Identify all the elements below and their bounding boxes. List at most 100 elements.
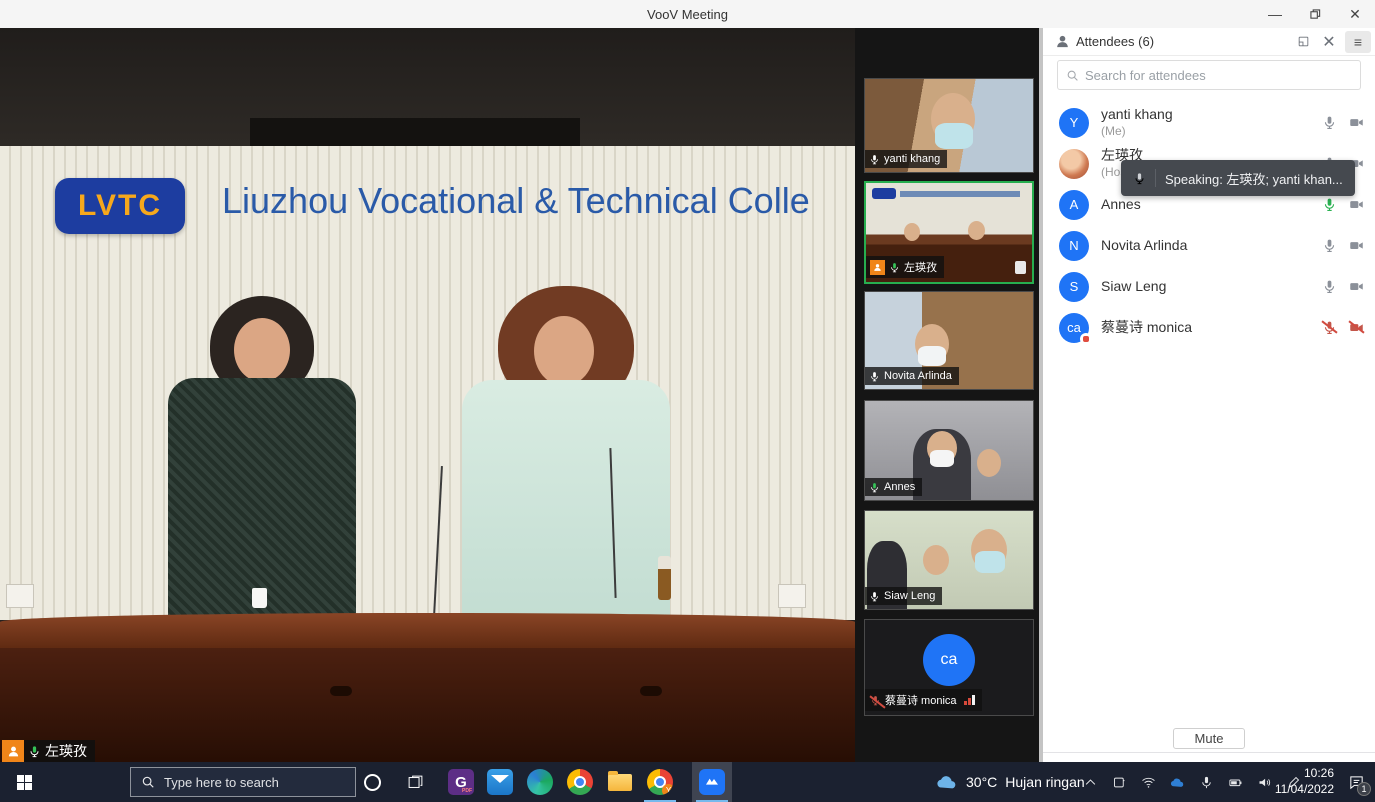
main-video-view[interactable]: LVTC Liuzhou Vocational & Technical Coll… [0, 28, 855, 762]
taskbar-clock[interactable]: 10:26 11/04/2022 [1258, 762, 1336, 802]
search-icon [141, 775, 155, 789]
thumbnail-yanti-khang[interactable]: yanti khang [864, 78, 1034, 173]
attendees-title: Attendees (6) [1076, 34, 1154, 49]
camera-off-icon[interactable] [1348, 319, 1365, 336]
voov-meeting-button[interactable] [692, 762, 732, 802]
attendee-row-yanti-khang[interactable]: Y yanti khang (Me) [1043, 102, 1375, 143]
task-view-button[interactable] [395, 762, 435, 802]
thumbnail-name: Novita Arlinda [884, 370, 952, 382]
host-badge-icon [870, 260, 885, 275]
mic-muted-icon [869, 694, 881, 706]
person-left-face [234, 318, 290, 382]
mic-muted-icon[interactable] [1321, 319, 1338, 336]
weather-temp: 30°C [966, 774, 997, 790]
search-icon [1066, 69, 1079, 82]
thumb-face [968, 221, 985, 240]
voov-meeting-icon [699, 769, 725, 795]
camera-icon[interactable] [1348, 278, 1365, 295]
thumbnail-monica[interactable]: ca 蔡蔓诗 monica [864, 619, 1034, 716]
camera-icon[interactable] [1348, 114, 1365, 131]
banner-text: Liuzhou Vocational & Technical Colle [222, 180, 855, 222]
restore-button[interactable] [1295, 0, 1335, 28]
table-handle [640, 686, 662, 696]
search-input[interactable] [1085, 68, 1352, 83]
chrome-profile-button[interactable]: Y [640, 762, 680, 802]
attendee-role: (Me) [1101, 124, 1173, 139]
chrome-icon [567, 769, 593, 795]
clock-time: 10:26 [1304, 766, 1334, 782]
attendee-row-monica[interactable]: ca 蔡蔓诗 monica [1043, 307, 1375, 348]
mic-on-icon [869, 154, 880, 165]
battery-icon[interactable] [1227, 774, 1243, 790]
notification-count-badge: 1 [1357, 782, 1371, 796]
thumbnail-name: yanti khang [884, 153, 940, 165]
camera-icon[interactable] [1348, 196, 1365, 213]
file-explorer-button[interactable] [600, 762, 640, 802]
thumb-mask [930, 450, 954, 467]
attendee-name: Novita Arlinda [1101, 237, 1187, 255]
thumbnail-annes[interactable]: Annes [864, 400, 1034, 501]
wall-outlet [6, 584, 34, 608]
thumbnail-name: 蔡蔓诗 monica [885, 692, 957, 708]
foxit-pdf-button[interactable]: GPDF [441, 762, 481, 802]
avatar: N [1059, 231, 1089, 261]
camera-icon[interactable] [1348, 237, 1365, 254]
attendee-search-box[interactable] [1057, 60, 1361, 90]
thumbnail-novita-arlinda[interactable]: Novita Arlinda [864, 291, 1034, 390]
wifi-icon[interactable] [1140, 774, 1156, 790]
person-right-body [462, 380, 670, 618]
close-button[interactable]: ✕ [1335, 0, 1375, 28]
show-hidden-icons-chevron[interactable] [1082, 774, 1098, 790]
mic-on-icon [28, 745, 41, 758]
start-button[interactable] [0, 762, 48, 802]
taskbar-weather[interactable]: 30°C Hujan ringan [936, 762, 1085, 802]
popout-panel-icon[interactable] [1293, 32, 1313, 52]
panel-menu-button[interactable]: ≡ [1345, 31, 1371, 53]
mic-speaking-icon [869, 482, 880, 493]
edge-button[interactable] [520, 762, 560, 802]
mail-button[interactable] [480, 762, 520, 802]
signal-bars-icon [964, 695, 975, 705]
lvtc-logo: LVTC [55, 178, 185, 234]
window-title: VooV Meeting [647, 7, 728, 22]
cortana-icon [364, 774, 381, 791]
share-indicator-icon [1015, 261, 1026, 274]
onedrive-icon[interactable] [1169, 774, 1185, 790]
speaker-name: 左瑛孜 [45, 741, 87, 761]
attendee-row-siaw-leng[interactable]: S Siaw Leng [1043, 266, 1375, 307]
avatar: ca [1059, 313, 1089, 343]
edge-icon [527, 769, 553, 795]
mic-icon[interactable] [1321, 278, 1338, 295]
person-right-face [534, 316, 594, 386]
mic-speaking-icon [889, 262, 900, 273]
lvtc-logo-text: LVTC [78, 189, 162, 223]
conference-table [0, 613, 855, 651]
mic-icon[interactable] [1321, 237, 1338, 254]
chrome-button[interactable] [560, 762, 600, 802]
taskbar-search-box[interactable]: Type here to search [130, 767, 356, 797]
minimize-button[interactable]: — [1255, 0, 1295, 28]
attendee-name: Annes [1101, 196, 1141, 214]
mute-button[interactable]: Mute [1173, 728, 1245, 749]
attendee-row-novita-arlinda[interactable]: N Novita Arlinda [1043, 225, 1375, 266]
thumbnail-zuo-yingzi-selected[interactable]: 左瑛孜 [864, 181, 1034, 284]
action-center-button[interactable]: 1 [1338, 762, 1374, 802]
mic-icon[interactable] [1321, 114, 1338, 131]
cortana-button[interactable] [352, 762, 392, 802]
avatar: S [1059, 272, 1089, 302]
attendee-name: Siaw Leng [1101, 278, 1166, 296]
phone-badge-icon [1080, 333, 1092, 345]
title-bar: VooV Meeting — ✕ [0, 0, 1375, 28]
microphone-tray-icon[interactable] [1198, 774, 1214, 790]
close-panel-icon[interactable]: ✕ [1319, 32, 1339, 52]
paper-cup [252, 588, 267, 608]
chrome-icon: Y [647, 769, 673, 795]
attendee-name: yanti khang [1101, 106, 1173, 124]
weather-cloud-icon [936, 774, 958, 790]
foxit-pdf-icon: GPDF [448, 769, 474, 795]
mic-speaking-icon[interactable] [1321, 196, 1338, 213]
panel-footer-divider [1043, 752, 1375, 753]
video-thumbnail-strip: yanti khang 左瑛孜 Novita Arlinda [855, 28, 1043, 762]
your-phone-icon[interactable] [1111, 774, 1127, 790]
thumbnail-siaw-leng[interactable]: Siaw Leng [864, 510, 1034, 610]
